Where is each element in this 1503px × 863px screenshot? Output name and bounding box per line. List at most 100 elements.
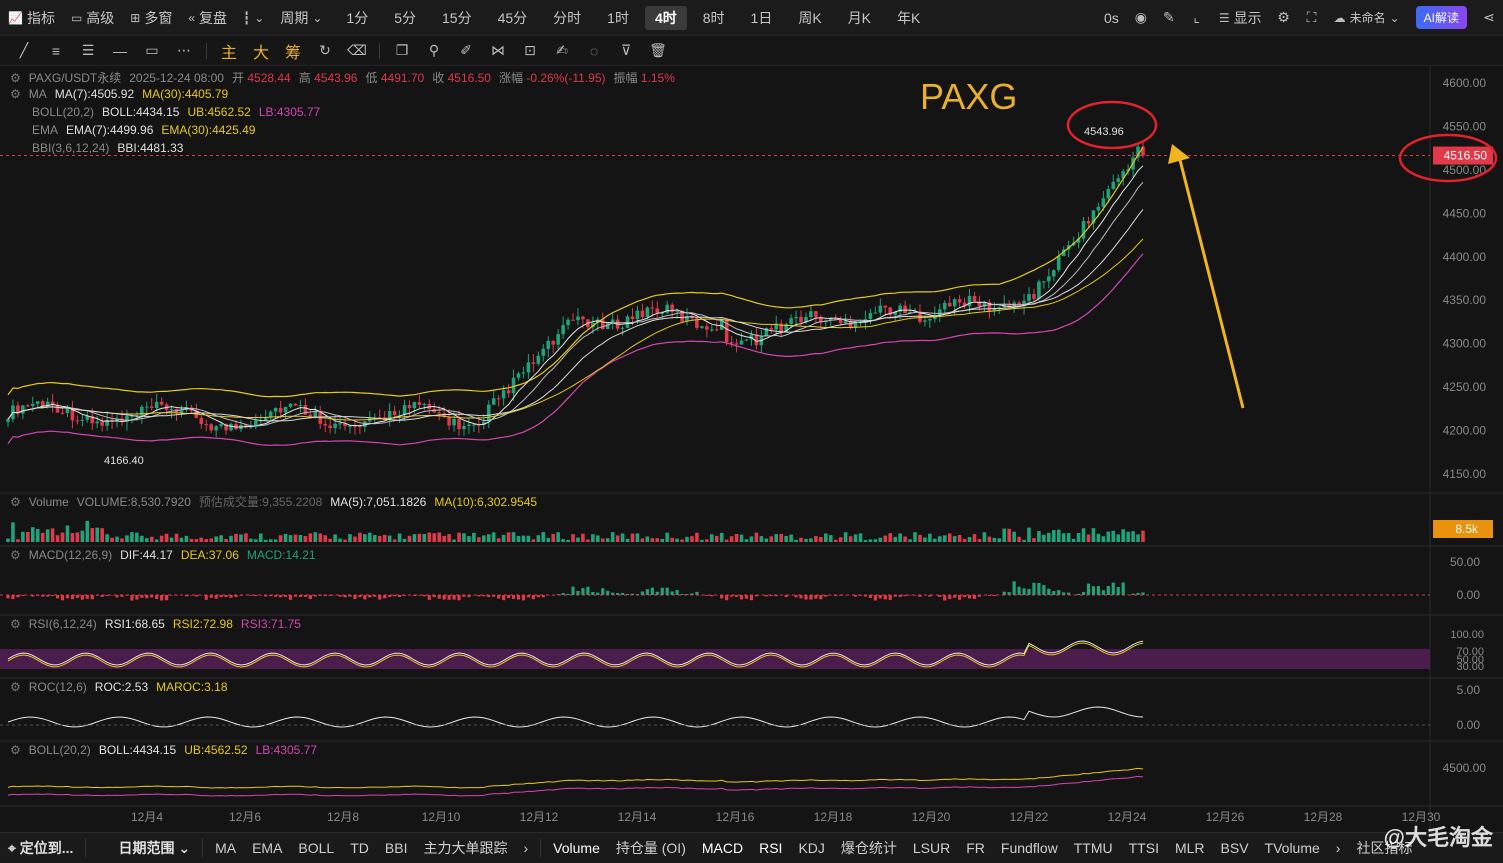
magnet-icon[interactable]: ⋈ [482, 36, 514, 66]
chart-area[interactable]: 4600.00 4550.00 4500.00 4450.00 4400.00 4350.… [0, 66, 1503, 832]
big-order-tool[interactable]: 大 [245, 36, 277, 66]
subchart-item-5[interactable]: 爆仓统计 [833, 838, 905, 858]
ruler-icon[interactable]: ⚲ [418, 36, 450, 66]
interval-1[interactable]: 5分 [384, 6, 426, 30]
chart-type-dropdown[interactable]: ┇ ⌄ [235, 0, 272, 36]
horizontal-ray-icon[interactable]: — [104, 36, 136, 66]
line-tool-icon[interactable]: ╱ [8, 36, 40, 66]
overlay-item-0[interactable]: MA [207, 840, 244, 856]
interval-10[interactable]: 月K [838, 6, 881, 30]
overlay-item-5[interactable]: 主力大单跟踪 [415, 838, 515, 858]
crop-icon[interactable]: ⌞ [1183, 0, 1211, 36]
overlay-item-4[interactable]: BBI [377, 840, 416, 856]
macd-bar [665, 587, 669, 595]
subchart-item-10[interactable]: TTSI [1121, 840, 1167, 856]
parallel-lines-icon[interactable]: ≡ [40, 36, 72, 66]
refresh-icon[interactable]: ↻ [309, 36, 341, 66]
subchart-item-8[interactable]: Fundflow [993, 840, 1066, 856]
settings-icon[interactable]: ⚙ [10, 617, 21, 631]
volume-bar [21, 531, 25, 542]
lock-icon[interactable]: ⊡ [514, 36, 546, 66]
rsi-legend[interactable]: ⚙ RSI(6,12,24) RSI1:68.65 RSI2:72.98 RSI… [10, 617, 301, 631]
interval-9[interactable]: 周K [788, 6, 831, 30]
filter-icon[interactable]: ⊽ [610, 36, 642, 66]
eye-icon[interactable]: ◌ [578, 36, 610, 66]
overlay-item-2[interactable]: BOLL [290, 840, 342, 856]
replay-button[interactable]: «复盘 [180, 0, 235, 36]
copy-icon[interactable]: ❐ [386, 36, 418, 66]
boll-legend[interactable]: BOLL(20,2) BOLL:4434.15 UB:4562.52 LB:43… [32, 105, 320, 119]
interval-0[interactable]: 1分 [336, 6, 378, 30]
overlay-item-1[interactable]: EMA [244, 840, 290, 856]
macd-bar [135, 595, 139, 600]
interval-11[interactable]: 年K [887, 6, 930, 30]
interval-5[interactable]: 1时 [597, 6, 639, 30]
interval-8[interactable]: 1日 [741, 6, 783, 30]
settings-icon[interactable]: ⚙ [1270, 0, 1298, 36]
camera-icon[interactable]: ◉ [1127, 0, 1155, 36]
erase-drawing-icon[interactable]: ⌫ [341, 36, 373, 66]
locate-button[interactable]: ⌖ 定位到... [0, 838, 81, 858]
macd-bar [1037, 583, 1041, 595]
overlay-next-icon[interactable]: › [515, 840, 536, 856]
subchart-item-11[interactable]: MLR [1167, 840, 1213, 856]
trash-icon[interactable]: 🗑 [642, 36, 674, 66]
ema-legend[interactable]: EMA EMA(7):4499.96 EMA(30):4425.49 [32, 123, 255, 137]
roc-legend[interactable]: ⚙ ROC(12,6) ROC:2.53 MAROC:3.18 [10, 680, 228, 694]
macd-bar [744, 595, 749, 599]
interval-6[interactable]: 4时 [644, 5, 687, 30]
display-button[interactable]: ☰ 显示 [1211, 0, 1270, 36]
subchart-next-icon[interactable]: › [1328, 840, 1349, 856]
advanced-button[interactable]: ▭ 高级 [63, 0, 122, 36]
subchart-item-4[interactable]: KDJ [790, 840, 832, 856]
macd-legend[interactable]: ⚙ MACD(12,26,9) DIF:44.17 DEA:37.06 MACD… [10, 548, 316, 562]
bbi-legend[interactable]: BBI(3,6,12,24) BBI:4481.33 [32, 141, 183, 155]
horizontal-lines-icon[interactable]: ☰ [72, 36, 104, 66]
share-icon[interactable]: ⋖ [1475, 0, 1503, 36]
date-range-dropdown[interactable]: 日期范围 ⌄ [110, 838, 198, 858]
settings-icon[interactable]: ⚙ [10, 495, 21, 509]
main-force-tool[interactable]: 主 [213, 36, 245, 66]
macd-bar [739, 595, 744, 600]
chart-canvas[interactable]: 4600.00 4550.00 4500.00 4450.00 4400.00 4350.… [0, 66, 1503, 832]
roc-line [7, 706, 1144, 728]
subchart-item-0[interactable]: Volume [545, 840, 608, 856]
macd-bar [586, 586, 590, 595]
ma-legend[interactable]: ⚙ MA MA(7):4505.92 MA(30):4405.79 [10, 87, 228, 101]
rectangle-tool-icon[interactable]: ▭ [136, 36, 168, 66]
subchart-item-2[interactable]: MACD [694, 840, 751, 856]
indicator-button[interactable]: 📈 指标 [0, 0, 63, 36]
eye-icon[interactable]: ⚙ [10, 87, 21, 101]
subchart-item-1[interactable]: 持仓量 (OI) [608, 838, 694, 858]
subchart-item-13[interactable]: TVolume [1257, 840, 1328, 856]
fullscreen-icon[interactable]: ⛶ [1298, 0, 1326, 36]
candle-body [744, 339, 749, 341]
volume-bar [700, 539, 704, 542]
multi-window-button[interactable]: ⊞ 多窗 [122, 0, 180, 36]
settings-icon[interactable]: ⚙ [10, 548, 21, 562]
subchart-item-3[interactable]: RSI [751, 840, 790, 856]
layout-name-dropdown[interactable]: ☁ 未命名 ⌄ [1326, 0, 1408, 36]
subchart-item-7[interactable]: FR [958, 840, 993, 856]
ai-interpret-button[interactable]: AI解读 [1415, 6, 1467, 29]
pencil-icon[interactable]: ✎ [1155, 0, 1183, 36]
overlay-item-3[interactable]: TD [342, 840, 377, 856]
subchart-item-12[interactable]: BSV [1213, 840, 1257, 856]
interval-4[interactable]: 分时 [543, 6, 591, 30]
subchart-item-6[interactable]: LSUR [905, 840, 958, 856]
edit-icon[interactable]: ✍ [546, 36, 578, 66]
volume-legend[interactable]: ⚙ Volume VOLUME:8,530.7920 预估成交量:9,355.2… [10, 493, 537, 510]
chips-tool[interactable]: 筹 [277, 36, 309, 66]
period-dropdown[interactable]: 周期 ⌄ [272, 0, 330, 36]
volume-bar [397, 533, 402, 542]
brush-icon[interactable]: ✐ [450, 36, 482, 66]
subchart-item-9[interactable]: TTMU [1066, 840, 1121, 856]
more-tools-icon[interactable]: ⋯ [168, 36, 200, 66]
settings-icon[interactable]: ⚙ [10, 680, 21, 694]
interval-7[interactable]: 8时 [693, 6, 735, 30]
interval-3[interactable]: 45分 [488, 6, 538, 30]
boll2-legend[interactable]: ⚙ BOLL(20,2) BOLL:4434.15 UB:4562.52 LB:… [10, 743, 317, 757]
settings-icon[interactable]: ⚙ [10, 743, 21, 757]
settings-icon[interactable]: ⚙ [10, 71, 21, 85]
interval-2[interactable]: 15分 [432, 6, 482, 30]
